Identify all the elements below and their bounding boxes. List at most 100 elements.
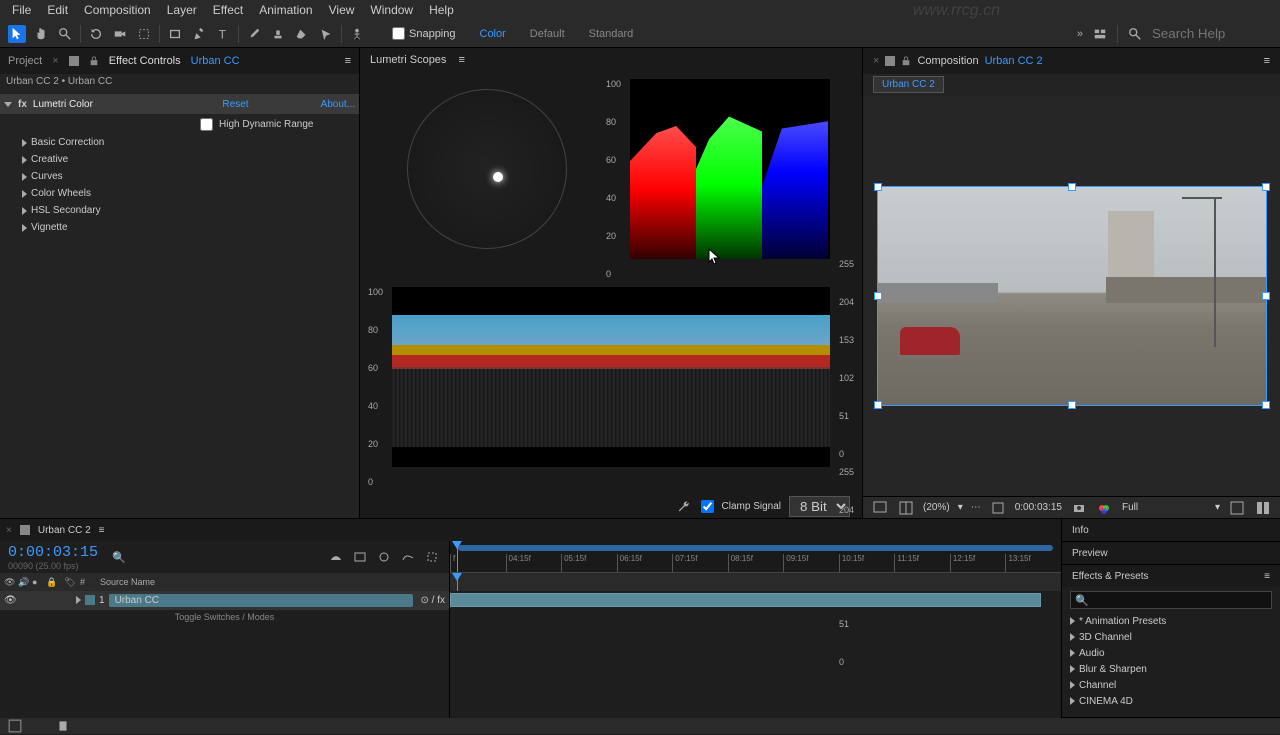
effect-section[interactable]: Curves <box>0 168 359 185</box>
playhead[interactable] <box>457 541 458 572</box>
layer-name[interactable]: Urban CC <box>109 594 413 607</box>
ruler-tick[interactable]: 05:15f <box>561 554 617 572</box>
menu-animation[interactable]: Animation <box>251 1 320 19</box>
effect-section[interactable]: Creative <box>0 151 359 168</box>
magnify-icon[interactable] <box>871 499 889 517</box>
composition-viewer[interactable] <box>863 96 1280 496</box>
effect-section[interactable]: Basic Correction <box>0 134 359 151</box>
wrench-icon[interactable] <box>675 498 693 516</box>
lock-icon[interactable] <box>901 52 911 70</box>
ruler-tick[interactable]: f <box>450 554 506 572</box>
snapshot-icon[interactable] <box>1070 499 1088 517</box>
text-tool-icon[interactable]: T <box>214 25 232 43</box>
effect-controls-panel: Project × Effect Controls Urban CC ≡ Urb… <box>0 48 360 518</box>
zoom-tool-icon[interactable] <box>56 25 74 43</box>
puppet-tool-icon[interactable] <box>348 25 366 43</box>
menu-view[interactable]: View <box>321 1 363 19</box>
pen-tool-icon[interactable] <box>190 25 208 43</box>
ruler-tick[interactable]: 08:15f <box>728 554 784 572</box>
preset-search-input[interactable]: 🔍 <box>1070 591 1272 609</box>
effect-section[interactable]: HSL Secondary <box>0 202 359 219</box>
menu-composition[interactable]: Composition <box>76 1 159 19</box>
source-name-header[interactable]: Source Name <box>100 577 155 587</box>
search-icon[interactable] <box>1126 25 1144 43</box>
workspace-default[interactable]: Default <box>530 28 565 40</box>
preset-category[interactable]: Blur & Sharpen <box>1062 661 1280 677</box>
clamp-signal-checkbox[interactable] <box>701 500 714 513</box>
brainstorm-icon[interactable] <box>423 548 441 566</box>
menu-help[interactable]: Help <box>421 1 462 19</box>
selection-tool-icon[interactable] <box>8 25 26 43</box>
toggle-switches[interactable]: Toggle Switches / Modes <box>0 609 449 625</box>
preset-category[interactable]: * Animation Presets <box>1062 613 1280 629</box>
lock-icon[interactable] <box>89 52 99 70</box>
menu-window[interactable]: Window <box>362 1 421 19</box>
workspace-color[interactable]: Color <box>480 28 506 40</box>
camera-tool-icon[interactable] <box>111 25 129 43</box>
workspace-menu-icon[interactable] <box>1091 25 1109 43</box>
comp-tab[interactable]: Urban CC 2 <box>873 76 944 93</box>
statusbar <box>0 718 1280 734</box>
ruler-tick[interactable]: 11:15f <box>894 554 950 572</box>
motion-blur-icon[interactable] <box>375 548 393 566</box>
ruler-tick[interactable]: 07:15f <box>672 554 728 572</box>
hand-tool-icon[interactable] <box>32 25 50 43</box>
rectangle-tool-icon[interactable] <box>166 25 184 43</box>
rotate-tool-icon[interactable] <box>87 25 105 43</box>
effect-section[interactable]: Color Wheels <box>0 185 359 202</box>
menu-edit[interactable]: Edit <box>39 1 76 19</box>
fx-badge: fx <box>18 99 27 110</box>
workspace-standard[interactable]: Standard <box>589 28 634 40</box>
eraser-tool-icon[interactable] <box>293 25 311 43</box>
search-help-input[interactable] <box>1152 26 1272 41</box>
ruler-tick[interactable]: 12:15f <box>950 554 1006 572</box>
snapping-checkbox[interactable] <box>392 27 405 40</box>
roto-tool-icon[interactable] <box>317 25 335 43</box>
effects-presets-panel[interactable]: Effects & Presets <box>1072 571 1149 582</box>
zoom-level[interactable]: (20%) <box>923 502 950 513</box>
pan-behind-tool-icon[interactable] <box>135 25 153 43</box>
channel-icon[interactable] <box>1096 499 1114 517</box>
brush-tool-icon[interactable] <box>245 25 263 43</box>
rgb-parade-scope: 100806040200 255204153102510 <box>610 79 850 279</box>
timeline-tab[interactable]: Urban CC 2 <box>38 525 91 536</box>
clip[interactable] <box>450 593 1041 607</box>
view-layout-icon[interactable] <box>1228 499 1246 517</box>
grid-icon[interactable] <box>897 499 915 517</box>
menu-layer[interactable]: Layer <box>159 1 205 19</box>
layer-row[interactable]: 👁 1 Urban CC ⊙ / fx <box>0 591 449 609</box>
graph-editor-icon[interactable] <box>399 548 417 566</box>
info-panel[interactable]: Info <box>1062 519 1280 541</box>
shy-icon[interactable] <box>327 548 345 566</box>
view-options-icon[interactable] <box>1254 499 1272 517</box>
frame-blend-icon[interactable] <box>351 548 369 566</box>
about-link[interactable]: About... <box>321 99 355 110</box>
effect-controls-tab[interactable]: Effect Controls <box>109 55 181 67</box>
reset-link[interactable]: Reset <box>222 99 248 110</box>
ruler-tick[interactable]: 04:15f <box>506 554 562 572</box>
project-tab[interactable]: Project <box>8 55 42 67</box>
hdr-checkbox[interactable] <box>200 118 213 131</box>
preset-category[interactable]: Channel <box>1062 677 1280 693</box>
mask-icon[interactable] <box>989 499 1007 517</box>
snapping-label: Snapping <box>409 28 456 40</box>
ruler-tick[interactable]: 06:15f <box>617 554 673 572</box>
ruler-tick[interactable]: 09:15f <box>783 554 839 572</box>
viewer-timecode: 0:00:03:15 <box>1015 502 1062 513</box>
preview-frame[interactable] <box>877 186 1267 406</box>
hdr-label: High Dynamic Range <box>219 119 314 130</box>
preview-panel[interactable]: Preview <box>1062 542 1280 564</box>
preset-category[interactable]: CINEMA 4D <box>1062 693 1280 709</box>
ruler-tick[interactable]: 13:15f <box>1005 554 1061 572</box>
timecode[interactable]: 0:00:03:15 <box>8 544 98 561</box>
resolution-select[interactable]: Full <box>1122 502 1138 513</box>
menu-file[interactable]: File <box>4 1 39 19</box>
layer-number: 1 <box>99 595 105 606</box>
preset-category[interactable]: 3D Channel <box>1062 629 1280 645</box>
effect-section[interactable]: Vignette <box>0 219 359 236</box>
ruler-tick[interactable]: 10:15f <box>839 554 895 572</box>
effect-target-link[interactable]: Urban CC <box>191 55 240 67</box>
menu-effect[interactable]: Effect <box>205 1 251 19</box>
preset-category[interactable]: Audio <box>1062 645 1280 661</box>
clone-stamp-tool-icon[interactable] <box>269 25 287 43</box>
